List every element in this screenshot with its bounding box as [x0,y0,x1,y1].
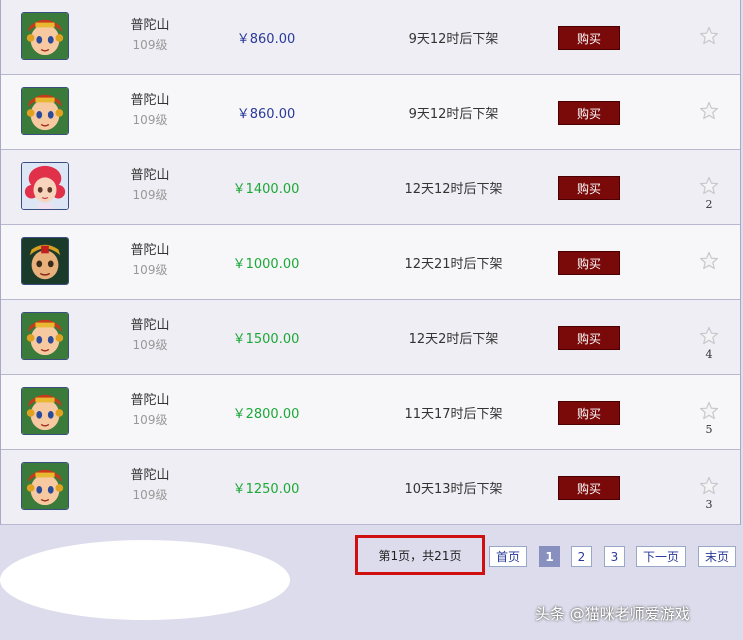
favorite-count: 5 [705,423,713,436]
avatar[interactable] [21,162,69,210]
favorite-count: 4 [705,348,713,361]
avatar[interactable] [21,87,69,135]
buy-button[interactable]: 购买 [558,326,620,350]
page-button-1[interactable]: 1 [539,546,560,567]
avatar[interactable] [21,312,69,360]
table-row: 普陀山 109级 ￥860.00 9天12时后下架 购买 [1,75,740,150]
star-icon[interactable] [699,476,719,496]
price-label: ￥2800.00 [232,407,300,422]
page-button-2[interactable]: 2 [571,546,592,567]
star-icon[interactable] [699,251,719,271]
expire-time: 12天2时后下架 [408,332,499,347]
price-label: ￥860.00 [236,107,296,122]
expire-time: 12天12时后下架 [404,182,503,197]
favorite-count: 3 [705,498,713,511]
table-row: 普陀山 109级 ￥2800.00 11天17时后下架 购买 5 [1,375,740,450]
school-name: 普陀山 [130,18,170,33]
avatar[interactable] [21,462,69,510]
buy-button[interactable]: 购买 [558,476,620,500]
price-label: ￥860.00 [236,32,296,47]
avatar[interactable] [21,387,69,435]
star-icon[interactable] [699,26,719,46]
level-label: 109级 [132,338,168,352]
avatar[interactable] [21,12,69,60]
buy-button[interactable]: 购买 [558,401,620,425]
buy-button[interactable]: 购买 [558,176,620,200]
school-name: 普陀山 [130,168,170,183]
school-name: 普陀山 [130,393,170,408]
page-info-highlight: 第1页，共21页 [355,535,485,575]
star-icon[interactable] [699,101,719,121]
next-page-button[interactable]: 下一页 [636,546,686,567]
buy-button[interactable]: 购买 [558,251,620,275]
page-button-3[interactable]: 3 [604,546,625,567]
school-name: 普陀山 [130,243,170,258]
buy-button[interactable]: 购买 [558,26,620,50]
level-label: 109级 [132,488,168,502]
school-name: 普陀山 [130,468,170,483]
price-label: ￥1250.00 [232,482,300,497]
table-row: 普陀山 109级 ￥1000.00 12天21时后下架 购买 [1,225,740,300]
redaction-blur [0,540,290,620]
price-label: ￥1000.00 [232,257,300,272]
buy-button[interactable]: 购买 [558,101,620,125]
first-page-button[interactable]: 首页 [489,546,527,567]
level-label: 109级 [132,188,168,202]
price-label: ￥1400.00 [232,182,300,197]
table-row: 普陀山 109级 ￥1500.00 12天2时后下架 购买 4 [1,300,740,375]
avatar[interactable] [21,237,69,285]
favorite-count: 2 [705,198,713,211]
watermark-text: 头条 @猫咪老师爱游戏 [535,605,690,623]
expire-time: 10天13时后下架 [404,482,503,497]
expire-time: 9天12时后下架 [408,107,499,122]
school-name: 普陀山 [130,318,170,333]
table-row: 普陀山 109级 ￥1400.00 12天12时后下架 购买 2 [1,150,740,225]
last-page-button[interactable]: 末页 [698,546,736,567]
expire-time: 9天12时后下架 [408,32,499,47]
level-label: 109级 [132,38,168,52]
expire-time: 11天17时后下架 [404,407,503,422]
listing-table: 普陀山 109级 ￥860.00 9天12时后下架 购买 普陀山 109级 ￥8… [0,0,741,525]
school-name: 普陀山 [130,93,170,108]
table-row: 普陀山 109级 ￥1250.00 10天13时后下架 购买 3 [1,450,740,525]
expire-time: 12天21时后下架 [404,257,503,272]
page-info-text: 第1页，共21页 [378,548,462,563]
level-label: 109级 [132,263,168,277]
table-row: 普陀山 109级 ￥860.00 9天12时后下架 购买 [1,0,740,75]
star-icon[interactable] [699,326,719,346]
level-label: 109级 [132,113,168,127]
star-icon[interactable] [699,401,719,421]
price-label: ￥1500.00 [232,332,300,347]
star-icon[interactable] [699,176,719,196]
level-label: 109级 [132,413,168,427]
